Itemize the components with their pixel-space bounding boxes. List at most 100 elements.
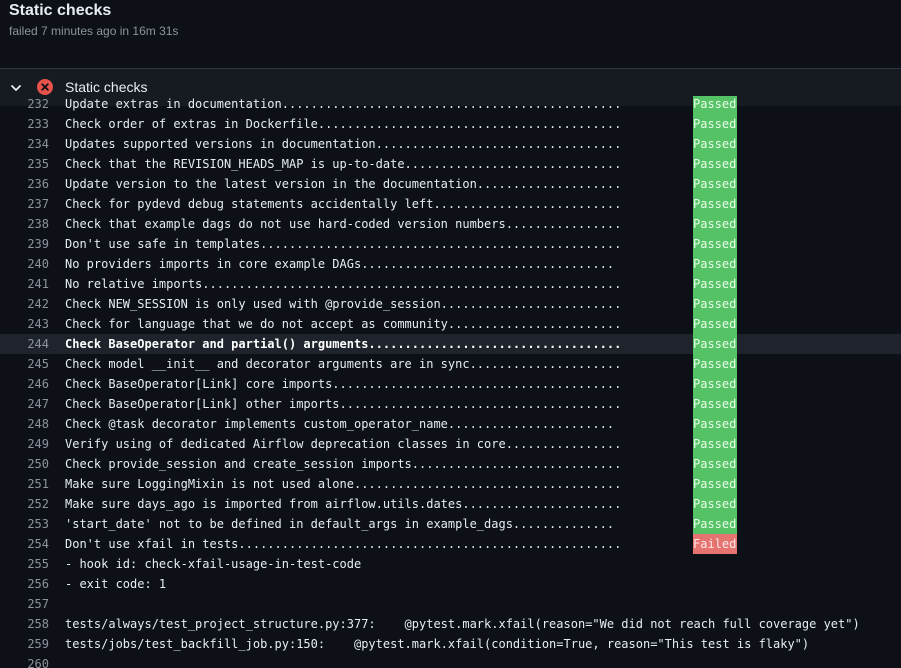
log-text: Check provide_session and create_session… xyxy=(65,457,622,471)
line-number[interactable]: 260 xyxy=(0,654,49,668)
log-line[interactable]: 259 tests/jobs/test_backfill_job.py:150: … xyxy=(0,634,901,654)
status-passed-badge: Passed xyxy=(693,414,737,434)
log-text: - exit code: 1 xyxy=(65,577,167,591)
log-line[interactable]: 237 Check for pydevd debug statements acc… xyxy=(0,194,901,214)
log-line[interactable]: 244 Check BaseOperator and partial() argu… xyxy=(0,334,901,354)
log-text: Verify using of dedicated Airflow deprec… xyxy=(65,437,622,451)
status-passed-badge: Passed xyxy=(693,234,737,254)
log-text: No relative imports.....................… xyxy=(65,277,622,291)
log-line[interactable]: 252 Make sure days_ago is imported from a… xyxy=(0,494,901,514)
log-line[interactable]: 235 Check that the REVISION_HEADS_MAP is … xyxy=(0,154,901,174)
log-text: No providers imports in core example DAG… xyxy=(65,257,615,271)
log-line[interactable]: 249 Verify using of dedicated Airflow dep… xyxy=(0,434,901,454)
line-number[interactable]: 241 xyxy=(0,274,49,294)
log-line[interactable]: 232 Update extras in documentation.......… xyxy=(0,96,901,114)
status-failed-badge: Failed xyxy=(693,534,737,554)
log-line[interactable]: 236 Update version to the latest version … xyxy=(0,174,901,194)
log-line[interactable]: 238 Check that example dags do not use ha… xyxy=(0,214,901,234)
log-line[interactable]: 247 Check BaseOperator[Link] other import… xyxy=(0,394,901,414)
log-line[interactable]: 251 Make sure LoggingMixin is not used al… xyxy=(0,474,901,494)
line-number[interactable]: 257 xyxy=(0,594,49,614)
log-line[interactable]: 254 Don't use xfail in tests.............… xyxy=(0,534,901,554)
line-number[interactable]: 235 xyxy=(0,154,49,174)
job-status-summary: failed 7 minutes ago in 16m 31s xyxy=(9,24,179,38)
status-passed-badge: Passed xyxy=(693,474,737,494)
line-number[interactable]: 258 xyxy=(0,614,49,634)
line-number[interactable]: 251 xyxy=(0,474,49,494)
line-number[interactable]: 242 xyxy=(0,294,49,314)
status-passed-badge: Passed xyxy=(693,96,737,114)
status-passed-badge: Passed xyxy=(693,154,737,174)
log-line[interactable]: 260 xyxy=(0,654,901,668)
line-number[interactable]: 256 xyxy=(0,574,49,594)
line-number[interactable]: 249 xyxy=(0,434,49,454)
log-line[interactable]: 240 No providers imports in core example … xyxy=(0,254,901,274)
log-output[interactable]: 232 Update extras in documentation.......… xyxy=(0,96,901,668)
job-header: Static checks failed 7 minutes ago in 16… xyxy=(0,0,901,68)
status-passed-badge: Passed xyxy=(693,254,737,274)
x-circle-icon xyxy=(37,79,53,95)
log-line[interactable]: 239 Don't use safe in templates..........… xyxy=(0,234,901,254)
log-text: Check @task decorator implements custom_… xyxy=(65,417,615,431)
log-line[interactable]: 248 Check @task decorator implements cust… xyxy=(0,414,901,434)
line-number[interactable]: 254 xyxy=(0,534,49,554)
log-text: Check NEW_SESSION is only used with @pro… xyxy=(65,297,622,311)
status-passed-badge: Passed xyxy=(693,394,737,414)
log-text: Check that example dags do not use hard-… xyxy=(65,217,622,231)
log-text: Make sure LoggingMixin is not used alone… xyxy=(65,477,622,491)
line-number[interactable]: 233 xyxy=(0,114,49,134)
job-title: Static checks xyxy=(9,2,112,19)
log-line[interactable]: 242 Check NEW_SESSION is only used with @… xyxy=(0,294,901,314)
status-passed-badge: Passed xyxy=(693,514,737,534)
line-number[interactable]: 259 xyxy=(0,634,49,654)
log-text: Check order of extras in Dockerfile.....… xyxy=(65,117,622,131)
line-number[interactable]: 248 xyxy=(0,414,49,434)
status-passed-badge: Passed xyxy=(693,134,737,154)
log-line[interactable]: 246 Check BaseOperator[Link] core imports… xyxy=(0,374,901,394)
log-text: Update extras in documentation..........… xyxy=(65,97,622,111)
log-text: 'start_date' not to be defined in defaul… xyxy=(65,517,615,531)
line-number[interactable]: 245 xyxy=(0,354,49,374)
line-number[interactable]: 243 xyxy=(0,314,49,334)
line-number[interactable]: 238 xyxy=(0,214,49,234)
line-number[interactable]: 250 xyxy=(0,454,49,474)
line-number[interactable]: 253 xyxy=(0,514,49,534)
line-number[interactable]: 252 xyxy=(0,494,49,514)
line-number[interactable]: 247 xyxy=(0,394,49,414)
log-text: Check model __init__ and decorator argum… xyxy=(65,357,622,371)
line-number[interactable]: 239 xyxy=(0,234,49,254)
line-number[interactable]: 234 xyxy=(0,134,49,154)
log-line[interactable]: 241 No relative imports..................… xyxy=(0,274,901,294)
chevron-down-icon[interactable] xyxy=(9,81,23,95)
status-passed-badge: Passed xyxy=(693,294,737,314)
log-text: Check BaseOperator[Link] other imports..… xyxy=(65,397,622,411)
log-line[interactable]: 245 Check model __init__ and decorator ar… xyxy=(0,354,901,374)
log-line[interactable]: 233 Check order of extras in Dockerfile..… xyxy=(0,114,901,134)
status-passed-badge: Passed xyxy=(693,274,737,294)
status-passed-badge: Passed xyxy=(693,114,737,134)
line-number[interactable]: 244 xyxy=(0,334,49,354)
log-line[interactable]: 250 Check provide_session and create_sess… xyxy=(0,454,901,474)
status-passed-badge: Passed xyxy=(693,314,737,334)
log-line[interactable]: 243 Check for language that we do not acc… xyxy=(0,314,901,334)
log-line[interactable]: 253 'start_date' not to be defined in def… xyxy=(0,514,901,534)
line-number[interactable]: 237 xyxy=(0,194,49,214)
log-line[interactable]: 234 Updates supported versions in documen… xyxy=(0,134,901,154)
log-text: Updates supported versions in documentat… xyxy=(65,137,622,151)
log-text: Check BaseOperator and partial() argumen… xyxy=(65,337,622,351)
line-number[interactable]: 240 xyxy=(0,254,49,274)
line-number[interactable]: 246 xyxy=(0,374,49,394)
log-text: Check for language that we do not accept… xyxy=(65,317,622,331)
log-line[interactable]: 256 - exit code: 1 xyxy=(0,574,901,594)
log-text: Check that the REVISION_HEADS_MAP is up-… xyxy=(65,157,622,171)
log-text: Make sure days_ago is imported from airf… xyxy=(65,497,622,511)
line-number[interactable]: 232 xyxy=(0,96,49,114)
status-passed-badge: Passed xyxy=(693,494,737,514)
log-line[interactable]: 257 xyxy=(0,594,901,614)
log-text: Check for pydevd debug statements accide… xyxy=(65,197,622,211)
log-line[interactable]: 255 - hook id: check-xfail-usage-in-test-… xyxy=(0,554,901,574)
line-number[interactable]: 255 xyxy=(0,554,49,574)
line-number[interactable]: 236 xyxy=(0,174,49,194)
log-text: tests/always/test_project_structure.py:3… xyxy=(65,617,860,631)
log-line[interactable]: 258 tests/always/test_project_structure.p… xyxy=(0,614,901,634)
